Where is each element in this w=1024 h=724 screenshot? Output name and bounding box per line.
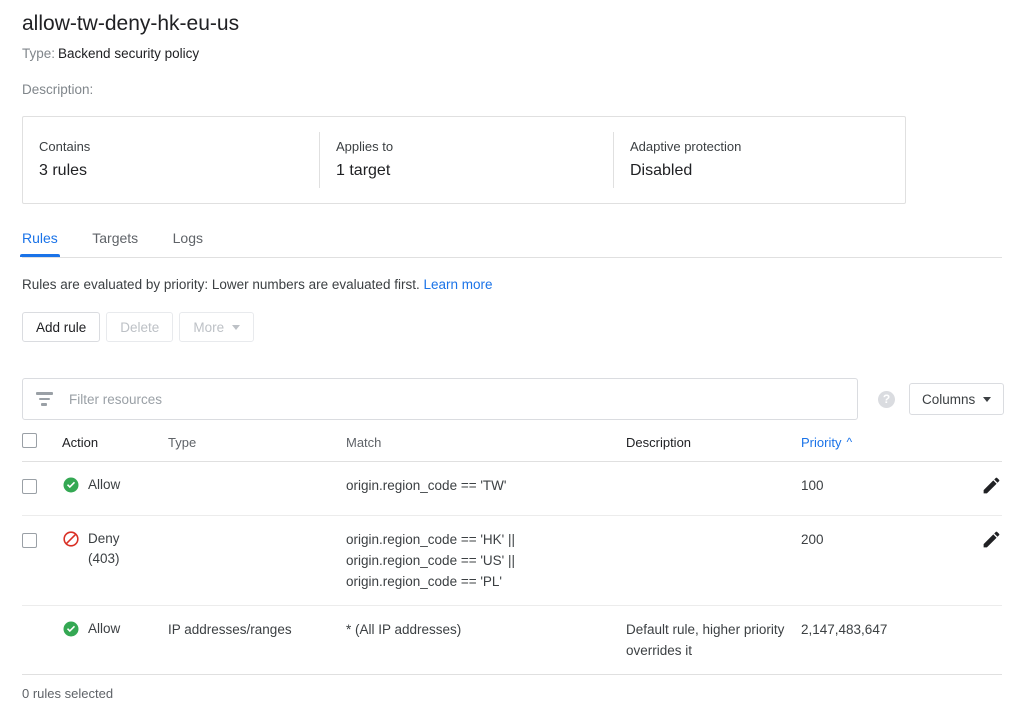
filter-box[interactable]	[22, 378, 858, 420]
column-header-action[interactable]: Action	[62, 434, 168, 462]
table-row: Allow IP addresses/ranges * (All IP addr…	[22, 605, 1002, 676]
filter-resources-input[interactable]	[67, 390, 845, 408]
allow-check-circle-icon	[63, 621, 79, 637]
column-header-description[interactable]: Description	[626, 434, 801, 462]
select-all-header	[22, 433, 62, 462]
table-row[interactable]: Deny (403) origin.region_code == 'HK' ||…	[22, 515, 1002, 607]
hint-text: Rules are evaluated by priority: Lower n…	[22, 277, 420, 292]
help-icon[interactable]: ?	[878, 390, 895, 408]
policy-type-value: Backend security policy	[58, 46, 200, 61]
row-checkbox[interactable]	[22, 533, 37, 548]
summary-label-contains: Contains	[39, 139, 91, 154]
match-line: origin.region_code == 'US' ||	[346, 553, 516, 569]
tab-bar: Rules Targets Logs	[20, 223, 1002, 258]
selection-status: 0 rules selected	[22, 686, 114, 702]
table-row[interactable]: Allow origin.region_code == 'TW' 100	[22, 461, 1002, 517]
match-line: origin.region_code == 'PL'	[346, 574, 503, 590]
policy-description-label: Description:	[22, 82, 94, 97]
row-edit-cell	[946, 515, 1002, 607]
edit-pencil-icon[interactable]	[981, 475, 1002, 496]
policy-summary-card: Contains 3 rules Applies to 1 target Ada…	[22, 116, 906, 204]
security-policy-detail-page: allow-tw-deny-hk-eu-us Type: Backend secu…	[0, 0, 1024, 724]
chevron-down-icon	[983, 396, 992, 402]
rules-table: Action Type Match Description Priority ^	[22, 433, 1002, 676]
row-description-cell	[626, 461, 801, 517]
column-header-priority-label: Priority	[801, 435, 842, 451]
column-header-match[interactable]: Match	[346, 434, 626, 462]
delete-button[interactable]: Delete	[106, 312, 174, 342]
row-select-cell	[22, 461, 62, 517]
select-all-checkbox[interactable]	[22, 433, 37, 449]
allow-check-circle-icon	[63, 477, 79, 493]
column-header-type[interactable]: Type	[168, 434, 346, 462]
row-action-status-code: (403)	[88, 551, 120, 567]
row-action-label: Allow	[88, 621, 121, 637]
match-line: * (All IP addresses)	[346, 622, 462, 638]
sort-ascending-icon: ^	[846, 435, 853, 450]
row-select-cell	[22, 605, 62, 676]
row-select-cell	[22, 515, 62, 607]
columns-button-label: Columns	[922, 391, 976, 407]
row-checkbox[interactable]	[22, 479, 37, 494]
tab-rules[interactable]: Rules	[20, 223, 60, 257]
summary-label-applies-to: Applies to	[336, 139, 394, 154]
row-description-cell	[626, 515, 801, 607]
deny-block-icon	[63, 531, 79, 547]
page-title: allow-tw-deny-hk-eu-us	[22, 12, 240, 35]
chevron-down-icon	[232, 324, 241, 330]
summary-value-contains: 3 rules	[39, 162, 88, 179]
row-match-cell: origin.region_code == 'TW'	[346, 461, 626, 517]
row-action-label: Allow	[88, 477, 121, 493]
row-action-cell: Deny (403)	[62, 515, 168, 607]
row-priority-cell: 200	[801, 515, 946, 607]
rules-evaluation-hint: Rules are evaluated by priority: Lower n…	[22, 275, 1002, 295]
summary-label-adaptive-protection: Adaptive protection	[630, 139, 742, 154]
summary-cell-applies-to: Applies to 1 target	[319, 132, 613, 188]
edit-pencil-icon[interactable]	[981, 529, 1002, 550]
row-type-cell	[168, 461, 346, 517]
columns-button[interactable]: Columns	[909, 383, 1005, 415]
match-line: origin.region_code == 'TW'	[346, 478, 507, 494]
row-edit-cell	[946, 461, 1002, 517]
row-description-cell: Default rule, higher priority overrides …	[626, 605, 801, 676]
row-priority-cell: 100	[801, 461, 946, 517]
row-action-text: Deny	[88, 531, 120, 547]
summary-cell-contains: Contains 3 rules	[23, 132, 319, 188]
table-header-row: Action Type Match Description Priority ^	[22, 433, 1002, 462]
policy-type-line: Type: Backend security policy	[22, 45, 1002, 63]
row-type-cell	[168, 515, 346, 607]
row-edit-cell	[946, 605, 1002, 676]
row-action-cell: Allow	[62, 605, 168, 676]
match-line: origin.region_code == 'HK' ||	[346, 532, 516, 548]
column-header-priority[interactable]: Priority ^	[801, 434, 946, 462]
row-match-cell: * (All IP addresses)	[346, 605, 626, 676]
tab-targets[interactable]: Targets	[92, 223, 138, 253]
filter-row: ? Columns	[22, 378, 1005, 420]
more-button-label: More	[193, 319, 225, 335]
row-action-cell: Allow	[62, 461, 168, 517]
rules-toolbar: Add rule Delete More	[22, 312, 1002, 342]
summary-cell-adaptive-protection: Adaptive protection Disabled	[613, 132, 907, 188]
tab-logs[interactable]: Logs	[173, 223, 203, 253]
row-priority-cell: 2,147,483,647	[801, 605, 946, 676]
summary-value-adaptive-protection: Disabled	[630, 162, 693, 179]
row-match-cell: origin.region_code == 'HK' || origin.reg…	[346, 515, 626, 607]
summary-value-applies-to: 1 target	[336, 162, 391, 179]
column-header-edit	[946, 434, 1002, 462]
add-rule-button[interactable]: Add rule	[22, 312, 101, 342]
row-action-label: Deny (403)	[88, 529, 120, 569]
filter-icon	[35, 392, 53, 406]
learn-more-link[interactable]: Learn more	[423, 277, 492, 292]
policy-type-label: Type:	[22, 46, 56, 61]
row-type-cell: IP addresses/ranges	[168, 605, 346, 676]
more-button[interactable]: More	[179, 312, 255, 342]
